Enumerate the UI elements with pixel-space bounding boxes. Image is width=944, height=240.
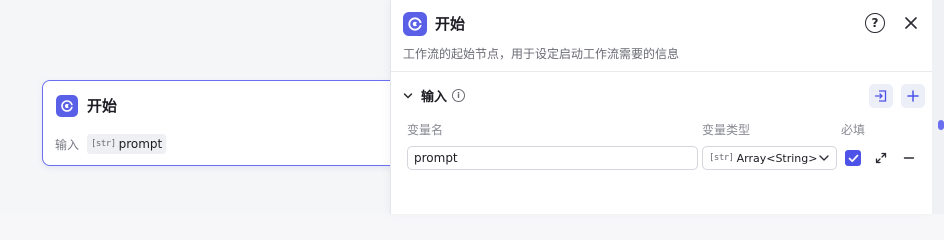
check-icon <box>848 154 858 162</box>
close-icon[interactable] <box>901 13 921 33</box>
input-section-title: 输入 <box>421 90 448 105</box>
help-icon[interactable]: ? <box>865 13 885 33</box>
import-icon <box>874 90 887 102</box>
column-header-required: 必填 <box>841 123 866 137</box>
column-header-type: 变量类型 <box>702 123 751 137</box>
remove-variable-button[interactable] <box>901 150 917 166</box>
scrollbar-thumb[interactable] <box>938 120 944 130</box>
panel-title: 开始 <box>435 15 466 33</box>
node-variable-name: prompt <box>118 137 163 151</box>
node-variable-chip: [str] prompt <box>87 134 167 154</box>
start-panel-icon <box>403 12 427 36</box>
start-node-title: 开始 <box>87 97 118 115</box>
chevron-down-icon <box>818 149 830 168</box>
add-variable-button[interactable] <box>901 84 925 108</box>
panel-description: 工作流的起始节点，用于设定启动工作流需要的信息 <box>403 47 680 61</box>
workflow-canvas[interactable]: 开始 输入 [str] prompt <box>0 0 402 214</box>
string-type-icon: [str] <box>91 139 116 149</box>
panel-divider <box>391 71 933 72</box>
column-header-name: 变量名 <box>407 123 444 137</box>
start-node-icon <box>56 95 78 117</box>
node-input-row: 输入 [str] prompt <box>55 134 167 154</box>
import-variable-button[interactable] <box>869 84 893 108</box>
string-type-icon: [str] <box>709 153 734 163</box>
node-input-label: 输入 <box>55 137 80 152</box>
required-checkbox[interactable] <box>845 150 861 166</box>
variable-type-select[interactable]: [str] Array<String> <box>702 146 837 170</box>
minus-icon <box>903 157 915 159</box>
variable-type-value: Array<String> <box>736 151 818 165</box>
start-node-card[interactable]: 开始 输入 [str] prompt <box>42 80 402 166</box>
info-icon[interactable]: i <box>452 89 466 102</box>
expand-icon[interactable] <box>873 150 889 166</box>
node-settings-panel: 开始 ? 工作流的起始节点，用于设定启动工作流需要的信息 输入 i 变量名 变量… <box>390 0 933 214</box>
scrollbar-track[interactable] <box>932 0 944 214</box>
input-section-toggle[interactable]: 输入 i <box>403 86 466 105</box>
chevron-down-icon <box>403 86 413 105</box>
variable-name-input[interactable] <box>407 146 698 170</box>
plus-icon <box>907 90 919 102</box>
